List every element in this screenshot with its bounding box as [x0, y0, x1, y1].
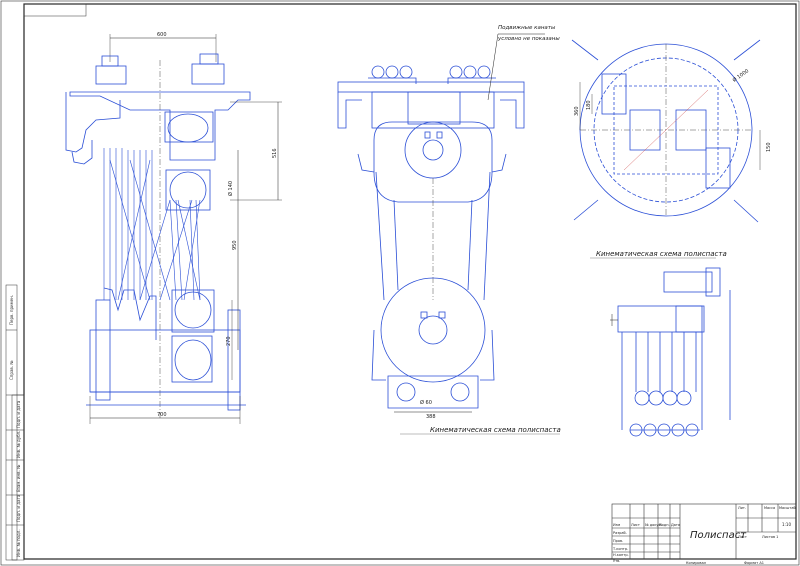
dim-mid-phi: Ø 60: [420, 399, 432, 406]
stamp-col-label: Масштаб: [779, 506, 796, 510]
stamp-header: Изм: [613, 523, 620, 527]
margin-label: Инв. № подл.: [16, 529, 21, 557]
note-text-line2: условно не показаны: [497, 36, 560, 42]
dim-height-main: 950: [232, 240, 238, 250]
note-text-line1: Подвижные канаты: [498, 25, 556, 31]
dim-bottom-width: 700: [157, 412, 167, 418]
dim-circle-phi: Ø 1000: [731, 67, 750, 83]
sheets-text: Листов 1: [762, 535, 778, 539]
left-margin-strip: [5, 284, 25, 561]
drawing-title: Полиспаст: [690, 530, 747, 541]
kinematic-label-right: Кинематическая схема полиспаста: [596, 250, 727, 258]
title-block-text: Изм Лист № докум. Подп. Дата Разраб. Про…: [612, 506, 796, 565]
stamp-role: Н.контр.: [613, 553, 629, 557]
margin-labels: Перв. примен. Справ. № Подп. и дата Инв.…: [9, 295, 21, 557]
margin-label: Справ. №: [9, 361, 14, 380]
plan-view-dimensions: Ø 1000 360 180 150: [574, 67, 772, 152]
stamp-role: Разраб.: [613, 531, 627, 535]
margin-label: Подп. и дата: [16, 400, 21, 428]
format-text: Формат А1: [744, 561, 764, 565]
margin-label: Инв. № дубл.: [16, 431, 21, 458]
dim-circle-left1: 360: [574, 106, 580, 116]
stamp-role: Утв.: [613, 559, 620, 563]
drawing-sheet: Перв. примен. Справ. № Подп. и дата Инв.…: [0, 0, 800, 566]
margin-label: Перв. примен.: [9, 295, 14, 325]
stamp-role: Т.контр.: [612, 547, 628, 551]
dim-mid-base: 388: [426, 414, 436, 420]
stamp-col-label: Лит.: [738, 506, 746, 510]
top-corner-box: [23, 3, 87, 17]
front-view: [65, 34, 282, 424]
stamp-header: Лист: [631, 523, 640, 527]
dim-height-upper: 516: [272, 148, 278, 158]
note-leader: [487, 33, 499, 101]
stamp-col-label: Масса: [764, 506, 775, 510]
scale-value: 1:10: [782, 522, 791, 527]
kinematic-scheme: [610, 267, 731, 437]
stamp-header: Дата: [671, 523, 680, 527]
dim-circle-left2: 180: [586, 100, 592, 110]
copied-text: Копировал: [686, 561, 706, 565]
plan-view: [571, 39, 761, 223]
dim-pulley-upper: Ø 140: [227, 181, 234, 196]
margin-label: Подп. и дата: [16, 494, 21, 522]
dim-pulley-lower: 270: [226, 336, 232, 346]
dim-circle-right: 150: [766, 142, 772, 152]
side-view: [337, 65, 525, 413]
stamp-role: Пров.: [613, 539, 623, 543]
margin-label: Взам. инв. №: [16, 465, 21, 492]
kinematic-label-bottom: Кинематическая схема полиспаста: [430, 426, 561, 434]
dim-top-width: 600: [157, 32, 167, 38]
side-view-labels: Подвижные канаты условно не показаны Ø 6…: [400, 25, 561, 435]
stamp-header: Подп.: [659, 523, 670, 527]
